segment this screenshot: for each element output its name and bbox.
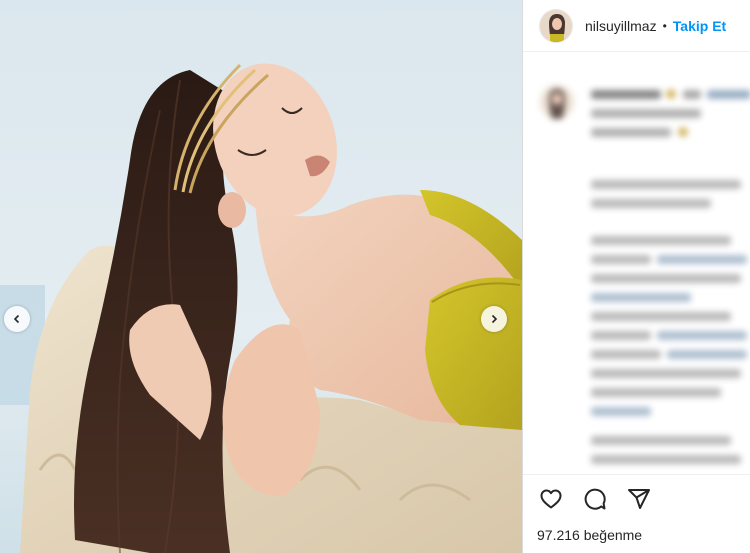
separator-dot: • [662, 18, 667, 33]
avatar-image [540, 9, 572, 42]
comment-bubble-icon [584, 488, 606, 510]
likes-count: 97.216 [537, 527, 580, 543]
post-photo [0, 0, 522, 553]
action-icons [537, 485, 750, 513]
follow-button[interactable]: Takip Et [673, 18, 726, 34]
post-header: nilsuyillmaz • Takip Et [523, 0, 750, 52]
like-button[interactable] [537, 485, 565, 513]
post-media[interactable] [0, 0, 522, 553]
post-actions: 97.216 beğenme [523, 474, 750, 553]
avatar[interactable] [539, 8, 573, 43]
post-sidebar: nilsuyillmaz • Takip Et 97.216 beğenme [523, 0, 750, 553]
chevron-right-icon [491, 314, 498, 324]
share-button[interactable] [625, 485, 653, 513]
heart-icon [540, 489, 562, 509]
chevron-left-icon [13, 314, 20, 324]
next-photo-button[interactable] [481, 306, 507, 332]
previous-photo-button[interactable] [4, 306, 30, 332]
likes-count-line[interactable]: 97.216 beğenme [537, 527, 750, 543]
comment-button[interactable] [581, 485, 609, 513]
likes-label: beğenme [583, 527, 643, 543]
caption-text-placeholder [591, 89, 750, 464]
caption-area [523, 70, 750, 470]
paper-plane-icon [628, 489, 650, 509]
username[interactable]: nilsuyillmaz [585, 18, 657, 34]
caption-avatar [540, 85, 574, 119]
